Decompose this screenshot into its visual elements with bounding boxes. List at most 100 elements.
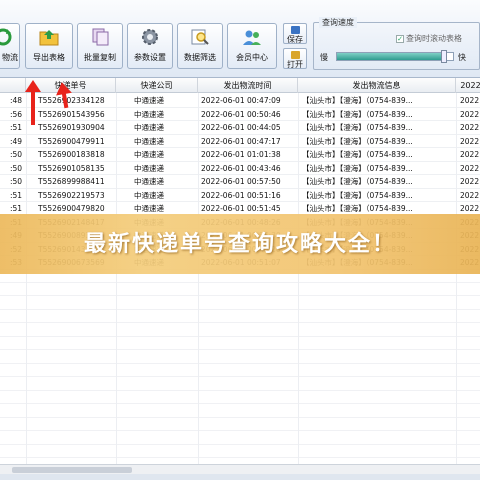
- table-row[interactable]: :50 T5526901058135 中通速递 2022-06-01 00:43:46…: [0, 162, 480, 175]
- table-row[interactable]: :50 T5526899988411 中通速递 2022-06-01 00:57:50…: [0, 175, 480, 189]
- table-cell: 2022-06-01 00:47:17: [201, 136, 281, 146]
- save-icon: [291, 26, 300, 34]
- table-cell: 【汕头市】【澄海】（0754-839...: [302, 136, 413, 146]
- table-row[interactable]: :51 T5526901930904 中通速递 2022-06-01 00:44:05…: [0, 121, 480, 135]
- table-cell: T5526901058135: [38, 163, 105, 173]
- table-cell: T5526899988411: [38, 177, 105, 186]
- column-header-ship-time[interactable]: 发出物流时间: [198, 78, 298, 93]
- table-cell: 【汕头市】【澄海】（0754-839...: [302, 150, 413, 159]
- table-cell: :51: [10, 123, 23, 132]
- table-cell: 中通速递: [134, 190, 164, 200]
- settings-button[interactable]: 参数设置: [127, 23, 173, 69]
- auto-scroll-label: 查询时滚动表格: [406, 34, 462, 43]
- table-cell: 2022: [460, 177, 480, 186]
- checkbox-check-icon: ✓: [396, 34, 404, 43]
- table-cell: :50: [10, 163, 23, 173]
- horizontal-scrollbar[interactable]: [0, 464, 480, 474]
- red-arrow-annotation: [25, 80, 41, 125]
- speed-slider[interactable]: [336, 50, 454, 63]
- table-cell: 中通速递: [134, 150, 164, 159]
- table-cell: 中通速递: [134, 136, 164, 146]
- user-group-icon: [241, 27, 263, 47]
- table-cell: :50: [10, 177, 23, 186]
- empty-table-row: [0, 337, 480, 350]
- column-divider: [26, 93, 27, 464]
- button-label: 数据筛选: [184, 53, 216, 62]
- member-center-button[interactable]: 会员中心: [227, 23, 277, 69]
- table-cell: T5526902334128: [38, 96, 105, 105]
- table-row[interactable]: :50 T5526900183818 中通速递 2022-06-01 01:01:38…: [0, 148, 480, 162]
- query-speed-group: [313, 22, 480, 70]
- refresh-logistics-button[interactable]: 物流: [0, 23, 20, 69]
- search-filter-icon: [189, 27, 211, 47]
- table-row[interactable]: :49 T5526900479911 中通速递 2022-06-01 00:47:17…: [0, 135, 480, 148]
- table-header: 快递单号 快递公司 发出物流时间 发出物流信息 2022: [0, 78, 480, 93]
- open-button[interactable]: 打开: [283, 48, 307, 69]
- empty-table-row: [0, 405, 480, 418]
- open-label: 打开: [287, 60, 303, 69]
- toolbar: 物流 导出表格 批量复制 参数设置 数据筛选 会员中心 保存 打开 查询速度 ✓…: [0, 0, 480, 78]
- export-table-button[interactable]: 导出表格: [25, 23, 73, 69]
- gear-icon: [139, 27, 161, 47]
- table-cell: 中通速递: [134, 109, 164, 119]
- empty-table-row: [0, 391, 480, 404]
- table-cell: T5526901930904: [38, 123, 105, 132]
- table-cell: 2022-06-01 00:47:09: [201, 96, 281, 105]
- table-cell: 【汕头市】【澄海】（0754-839...: [302, 163, 413, 173]
- table-cell: 【汕头市】【澄海】（0754-839...: [302, 123, 413, 132]
- table-cell: 2022-06-01 01:01:38: [201, 150, 281, 159]
- table-cell: 2022: [460, 150, 480, 159]
- table-cell: 中通速递: [134, 163, 164, 173]
- speed-slider-handle[interactable]: [440, 50, 447, 63]
- button-label: 物流: [2, 53, 18, 62]
- column-header-next[interactable]: 2022: [456, 78, 480, 93]
- fast-label: 快: [458, 53, 466, 62]
- table-cell: 2022-06-01 00:57:50: [201, 177, 281, 186]
- table-cell: 2022-06-01 00:50:46: [201, 109, 281, 119]
- table-cell: 【汕头市】【澄海】（0754-839...: [302, 177, 413, 186]
- empty-table-row: [0, 378, 480, 391]
- empty-table-row: [0, 418, 480, 431]
- column-divider: [116, 93, 117, 464]
- table-cell: T5526902219573: [38, 190, 105, 200]
- column-header[interactable]: [0, 78, 26, 93]
- save-button[interactable]: 保存: [283, 23, 307, 44]
- empty-table-row: [0, 445, 480, 458]
- table-cell: :49: [10, 136, 23, 146]
- empty-table-row: [0, 351, 480, 364]
- table-row[interactable]: :51 T5526902219573 中通速递 2022-06-01 00:51:16…: [0, 189, 480, 202]
- refresh-icon: [0, 27, 14, 47]
- table-cell: T5526900183818: [38, 150, 105, 159]
- table-row[interactable]: :48 T5526902334128 中通速递 2022-06-01 00:47:09…: [0, 94, 480, 108]
- table-cell: :50: [10, 150, 23, 159]
- column-header-courier[interactable]: 快递公司: [116, 78, 198, 93]
- copy-icon: [89, 27, 111, 47]
- table-cell: 2022: [460, 96, 480, 105]
- table-cell: 2022: [460, 190, 480, 200]
- button-label: 批量复制: [84, 53, 116, 62]
- scrollbar-thumb[interactable]: [12, 467, 132, 473]
- empty-table-row: [0, 364, 480, 377]
- empty-table-row: [0, 283, 480, 296]
- empty-table-row: [0, 324, 480, 337]
- status-bar: [0, 474, 480, 480]
- promo-banner-text: 最新快递单号查询攻略大全！: [83, 232, 396, 257]
- speed-slider-fill: [337, 53, 444, 60]
- auto-scroll-checkbox[interactable]: ✓ 查询时滚动表格: [396, 33, 462, 44]
- table-cell: 中通速递: [134, 177, 164, 186]
- column-divider: [456, 93, 457, 464]
- column-header-ship-info[interactable]: 发出物流信息: [298, 78, 456, 93]
- empty-table-row: [0, 297, 480, 310]
- open-icon: [291, 51, 300, 59]
- table-cell: 中通速递: [134, 123, 164, 132]
- folder-export-icon: [38, 27, 60, 47]
- table-cell: 【汕头市】【澄海】（0754-839...: [302, 190, 413, 200]
- empty-table-row: [0, 310, 480, 323]
- batch-copy-button[interactable]: 批量复制: [77, 23, 123, 69]
- table-cell: 2022-06-01 00:43:46: [201, 163, 281, 173]
- table-cell: 2022-06-01 00:51:16: [201, 190, 281, 200]
- table-row[interactable]: :56 T5526901543956 中通速递 2022-06-01 00:50:46…: [0, 108, 480, 121]
- table-cell: 中通速递: [134, 96, 164, 105]
- table-cell: T5526900479911: [38, 136, 105, 146]
- data-filter-button[interactable]: 数据筛选: [177, 23, 223, 69]
